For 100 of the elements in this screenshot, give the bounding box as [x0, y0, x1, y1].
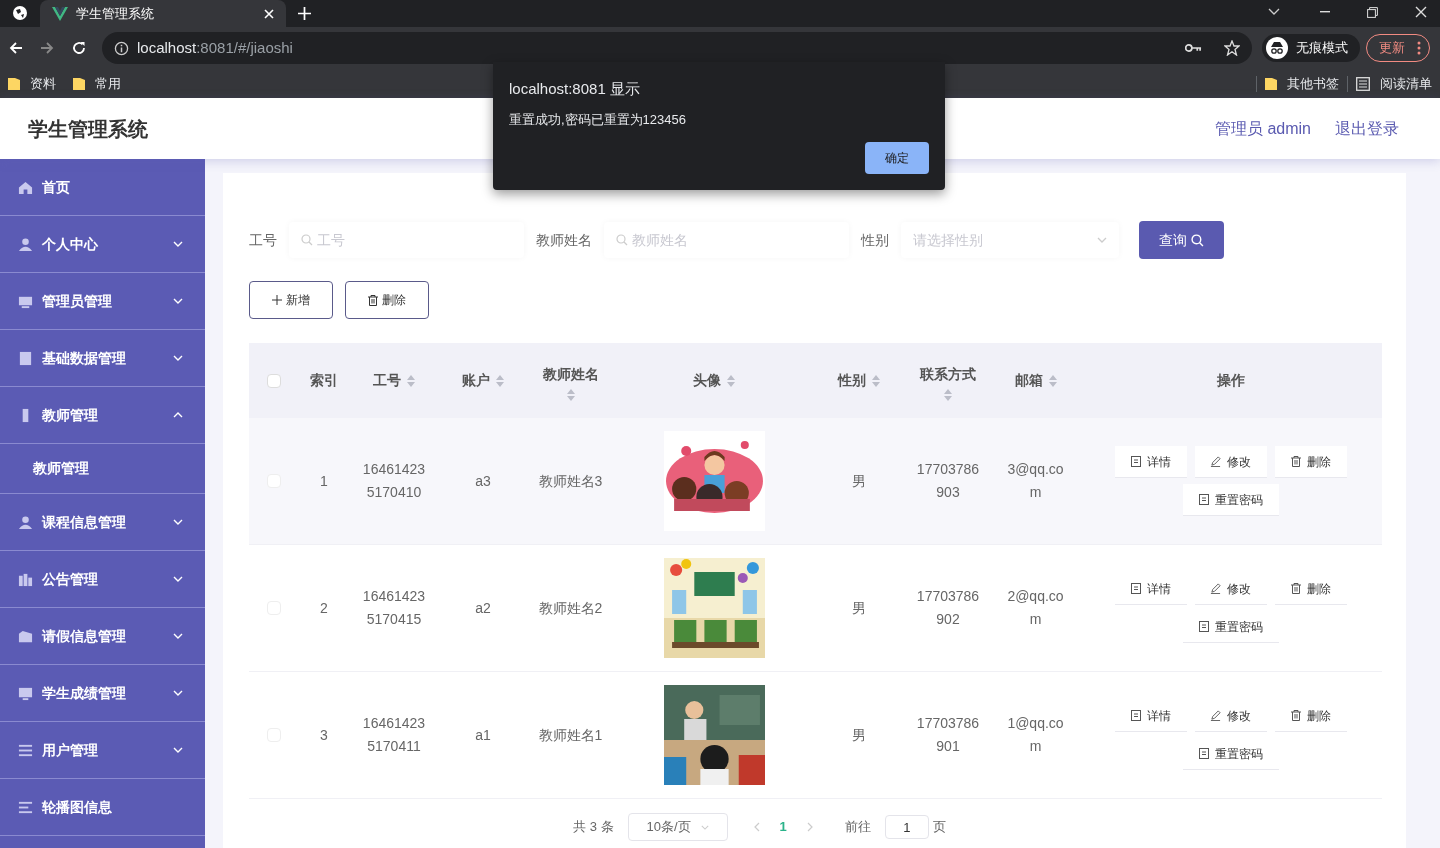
query-button[interactable]: 查询 — [1139, 221, 1224, 259]
reload-icon[interactable] — [71, 40, 87, 56]
chevron-down-icon — [173, 298, 183, 304]
back-icon[interactable] — [8, 40, 24, 56]
bookmark[interactable]: 阅读清单 — [1356, 73, 1432, 94]
ok-button[interactable]: 确定 — [865, 142, 929, 174]
table-cell-text: 2@qq.com — [1006, 587, 1065, 629]
chevron-down-icon[interactable] — [1268, 8, 1280, 16]
document-icon — [1130, 710, 1141, 721]
menu-icon — [18, 571, 33, 587]
bookmark[interactable]: 其他书签 — [1265, 73, 1339, 94]
folder-icon — [1265, 76, 1277, 91]
table-cell-text: 17703786903 — [915, 460, 981, 502]
menu-icon — [18, 350, 33, 366]
more-icon — [1417, 41, 1421, 55]
table-cell-text: 教师姓名2 — [538, 598, 603, 618]
goto-label: 前往 — [844, 818, 871, 837]
table-cell-text: 3 — [320, 725, 328, 745]
table-cell-text: 164614235170410 — [361, 460, 427, 502]
restore-icon[interactable] — [1367, 6, 1378, 18]
globe-icon[interactable] — [12, 5, 28, 21]
folder-icon — [73, 76, 85, 91]
key-icon[interactable] — [1185, 43, 1202, 53]
detail-button[interactable]: 详情 — [1114, 446, 1187, 478]
table-cell-text: 164614235170411 — [361, 714, 427, 756]
v-logo-icon — [52, 6, 68, 21]
field-label: 性别 — [861, 230, 889, 250]
column-header: 教师姓名 — [542, 364, 599, 384]
menu-icon — [18, 799, 33, 815]
chevron-down-icon — [173, 576, 183, 582]
logout-link[interactable]: 退出登录 — [1335, 116, 1399, 141]
page-input[interactable]: 1 — [884, 815, 929, 839]
table-cell-text: 男 — [852, 725, 866, 745]
column-header: 索引 — [310, 371, 338, 390]
forward-icon[interactable] — [39, 40, 55, 56]
page-size-select[interactable]: 10条/页 — [627, 813, 728, 841]
document-icon — [1198, 494, 1209, 505]
browser-tab[interactable]: 学生管理系统 — [40, 0, 286, 27]
chevron-down-icon — [173, 519, 183, 525]
table-cell-text: 3@qq.com — [1006, 460, 1065, 502]
edit-button[interactable]: 修改 — [1194, 446, 1267, 478]
table-cell-text: 164614235170415 — [361, 587, 427, 629]
dialog-title: localhost:8081 显示 — [509, 79, 641, 99]
column-header: 工号 — [373, 371, 401, 390]
pencil-icon — [1210, 456, 1221, 467]
close-icon[interactable] — [1415, 6, 1427, 18]
plus-icon — [272, 295, 282, 305]
column-header: 联系方式 — [920, 364, 976, 384]
chevron-down-icon — [173, 633, 183, 639]
pencil-icon — [1210, 583, 1221, 594]
bookmark[interactable]: 资料 — [8, 73, 56, 94]
table-cell-text: 1 — [320, 471, 328, 491]
field-label: 教师姓名 — [536, 230, 592, 250]
table-cell-text: a3 — [475, 471, 491, 491]
checkbox[interactable] — [267, 373, 281, 388]
table-cell-text: 2 — [320, 598, 328, 618]
table-cell-text: 教师姓名3 — [538, 471, 603, 491]
table-cell-text: 17703786901 — [915, 714, 981, 756]
table-row[interactable]: 1 164614235170410 a3 教师姓名3 男 17703786903 3@qq.com 详情 修改 删除 重置密码 — [249, 418, 1382, 545]
bookmark[interactable]: 常用 — [73, 73, 121, 94]
table-cell-text: a2 — [475, 598, 491, 618]
app-title: 学生管理系统 — [28, 116, 148, 142]
table-cell-text: 男 — [852, 471, 866, 491]
field-label: 工号 — [249, 230, 277, 250]
menu-icon — [18, 685, 33, 701]
url-text: localhost:8081/#/jiaoshi — [137, 37, 294, 58]
detail-button[interactable]: 重置密码 — [1182, 484, 1279, 516]
column-header: 账户 — [462, 371, 490, 390]
menu-icon — [18, 742, 33, 758]
add-button[interactable]: 新增 — [249, 281, 333, 319]
address-field[interactable]: localhost:8081/#/jiaoshi — [102, 32, 1252, 64]
table-cell-text: 男 — [852, 598, 866, 618]
user-link[interactable]: 管理员 admin — [1214, 116, 1311, 141]
pencil-icon — [1210, 710, 1221, 721]
column-header: 头像 — [693, 371, 721, 390]
table-cell-text: a1 — [475, 725, 491, 745]
tab-title: 学生管理系统 — [76, 4, 155, 23]
document-icon — [1130, 456, 1141, 467]
document-icon — [1198, 748, 1209, 759]
document-icon — [1130, 583, 1141, 594]
incognito-button[interactable]: 无痕模式 — [1262, 34, 1360, 62]
table-cell-text: 17703786902 — [915, 587, 981, 629]
list-icon — [1356, 76, 1370, 91]
delete-button[interactable]: 删除 — [1274, 446, 1347, 478]
search-icon — [1191, 233, 1204, 247]
chevron-down-icon — [173, 747, 183, 753]
column-header: 性别 — [838, 371, 866, 390]
column-header: 邮箱 — [1014, 371, 1043, 390]
info-icon[interactable] — [114, 40, 129, 56]
search-icon — [301, 234, 313, 246]
trash-icon — [1290, 583, 1301, 594]
delete-button[interactable]: 删除 — [345, 281, 429, 319]
minimize-icon[interactable] — [1320, 11, 1330, 13]
dialog-message: 重置成功,密码已重置为123456 — [509, 110, 687, 129]
star-icon[interactable] — [1224, 40, 1240, 56]
table-cell-text: 1@qq.com — [1006, 714, 1065, 756]
chevron-down-icon — [700, 824, 709, 830]
new-tab-icon[interactable] — [298, 7, 311, 20]
search-icon — [616, 234, 628, 246]
menu-icon — [18, 236, 33, 252]
